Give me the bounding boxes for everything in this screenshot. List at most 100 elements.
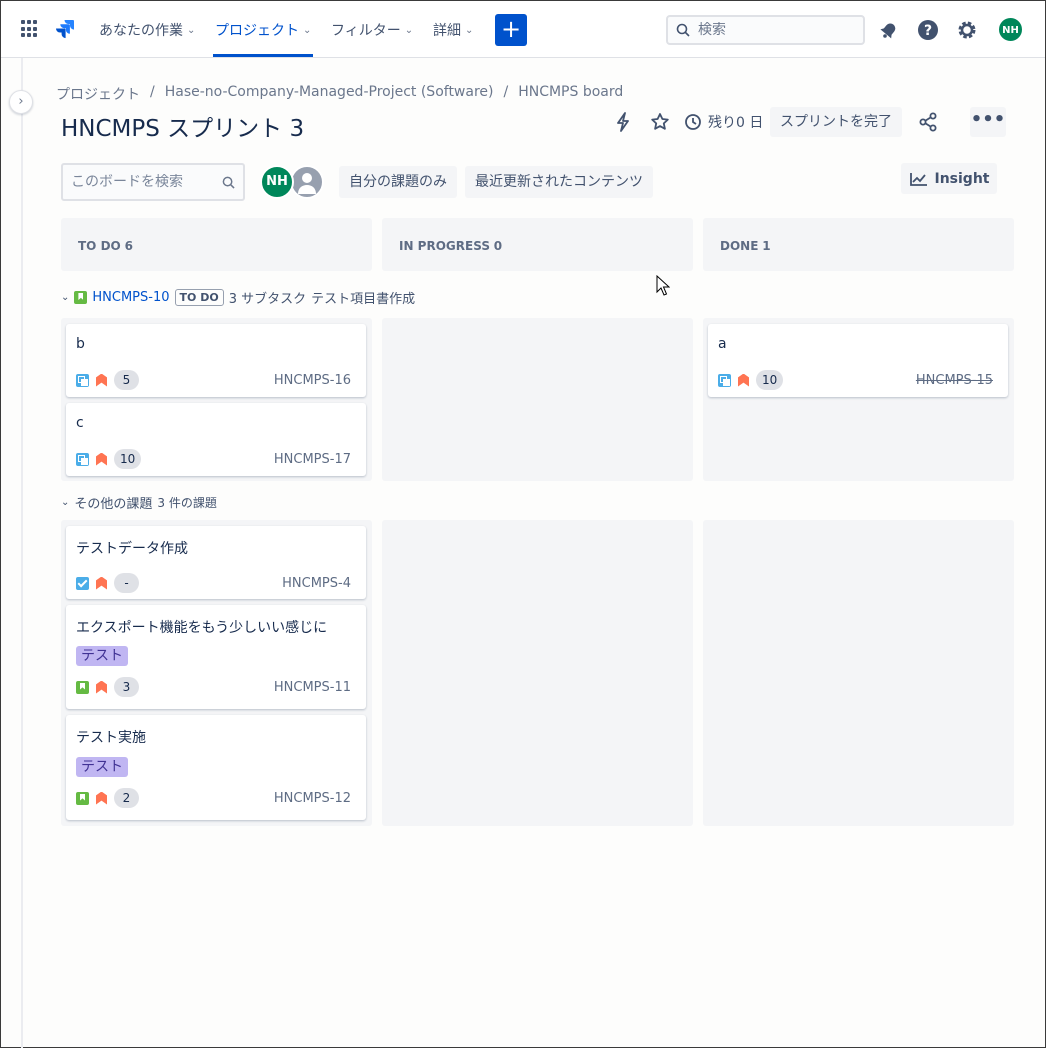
top-navigation: あなたの作業 ⌄ プロジェクト ⌄ フィルター ⌄ 詳細 ⌄ + ? NH: [1, 1, 1045, 58]
subtask-icon: [718, 373, 731, 387]
card-footer: 5 HNCMPS-16: [76, 370, 351, 390]
column-done-lane-2: [703, 520, 1014, 826]
issue-card[interactable]: b 5 HNCMPS-16: [66, 324, 366, 397]
priority-high-icon: [96, 576, 107, 590]
story-icon: [76, 680, 89, 694]
column-name: IN PROGRESS: [399, 239, 490, 253]
nav-more[interactable]: 詳細 ⌄: [433, 20, 473, 40]
breadcrumb-separator: /: [503, 84, 509, 100]
breadcrumb-board[interactable]: HNCMPS board: [518, 84, 623, 104]
priority-high-icon: [96, 680, 107, 694]
column-name: TO DO: [78, 239, 121, 253]
issue-label[interactable]: テスト: [76, 646, 128, 666]
notification-bell-icon[interactable]: [876, 17, 902, 43]
swimlane-issue-count: 3 件の課題: [157, 496, 217, 510]
complete-sprint-button[interactable]: スプリントを完了: [770, 107, 902, 137]
status-lozenge: TO DO: [174, 289, 224, 306]
card-footer: 10 HNCMPS-15: [718, 370, 993, 390]
page-title: HNCMPS スプリント 3: [61, 116, 305, 142]
issue-label[interactable]: テスト: [76, 757, 128, 777]
card-issue-key[interactable]: HNCMPS-12: [274, 791, 351, 806]
parent-issue-key[interactable]: HNCMPS-10: [92, 290, 169, 305]
issue-card[interactable]: エクスポート機能をもう少しいい感じに テスト 3 HNCMPS-11: [66, 605, 366, 709]
issue-card[interactable]: テスト実施 テスト 2 HNCMPS-12: [66, 715, 366, 820]
story-points-badge: 2: [114, 788, 139, 808]
expand-sidebar-button[interactable]: ›: [9, 90, 33, 114]
column-in-progress-lane-1: [382, 318, 693, 481]
assignee-avatar-filter[interactable]: NH: [260, 165, 294, 199]
story-points-badge: 10: [114, 449, 142, 469]
chevron-right-icon: ›: [18, 94, 24, 109]
nav-your-work-label: あなたの作業: [99, 23, 183, 39]
priority-high-icon: [96, 373, 107, 387]
chevron-down-icon: ⌄: [404, 24, 414, 36]
settings-gear-icon[interactable]: [954, 17, 980, 43]
story-points-badge: -: [114, 573, 139, 593]
card-summary: テスト実施: [76, 730, 146, 746]
create-button[interactable]: +: [495, 14, 527, 46]
nav-filters[interactable]: フィルター ⌄: [331, 20, 413, 40]
card-summary: テストデータ作成: [76, 541, 188, 557]
star-icon[interactable]: [649, 111, 671, 133]
priority-high-icon: [96, 452, 107, 466]
card-issue-key[interactable]: HNCMPS-4: [282, 576, 351, 591]
insight-label: Insight: [934, 170, 990, 187]
only-my-issues-filter[interactable]: 自分の課題のみ: [339, 166, 457, 198]
chevron-down-icon[interactable]: ⌄: [61, 497, 69, 508]
sidebar-rail: [21, 58, 23, 1048]
swimlane-header-other-issues[interactable]: ⌄ その他の課題 3 件の課題: [61, 493, 217, 512]
card-summary: c: [76, 415, 84, 431]
column-in-progress-lane-2: [382, 520, 693, 826]
sprint-days-remaining: 残り0 日: [684, 112, 763, 132]
global-search[interactable]: [666, 15, 865, 45]
column-name: DONE: [720, 239, 759, 253]
card-issue-key[interactable]: HNCMPS-16: [274, 373, 351, 388]
mouse-cursor-icon: [656, 275, 670, 296]
card-issue-key[interactable]: HNCMPS-11: [274, 680, 351, 695]
subtask-icon: [76, 452, 89, 466]
breadcrumb-projects[interactable]: プロジェクト: [56, 84, 140, 104]
nav-projects[interactable]: プロジェクト ⌄: [215, 20, 311, 40]
help-icon[interactable]: ?: [915, 17, 941, 43]
column-header-todo: TO DO 6: [61, 218, 372, 271]
breadcrumb: プロジェクト / Hase-no-Company-Managed-Project…: [56, 84, 623, 104]
insight-button[interactable]: Insight: [901, 163, 997, 194]
priority-high-icon: [96, 791, 107, 805]
column-done-lane-1: a 10 HNCMPS-15: [703, 318, 1014, 481]
story-icon: [76, 791, 89, 805]
board-search-input[interactable]: [71, 174, 211, 190]
unassigned-avatar-filter[interactable]: [290, 165, 324, 199]
nav-active-indicator: [213, 54, 313, 57]
card-summary: エクスポート機能をもう少しいい感じに: [76, 620, 328, 636]
issue-card[interactable]: テストデータ作成 - HNCMPS-4: [66, 526, 366, 599]
nav-filters-label: フィルター: [331, 23, 401, 39]
card-footer: 3 HNCMPS-11: [76, 677, 351, 697]
trend-chart-icon: [909, 172, 927, 186]
share-icon[interactable]: [917, 111, 939, 133]
chevron-down-icon[interactable]: ⌄: [61, 292, 69, 303]
board-search[interactable]: [61, 163, 245, 201]
global-search-input[interactable]: [698, 22, 848, 38]
issue-card[interactable]: c 10 HNCMPS-17: [66, 403, 366, 476]
card-issue-key[interactable]: HNCMPS-15: [916, 373, 993, 388]
swimlane-title: その他の課題: [74, 497, 153, 512]
card-footer: 2 HNCMPS-12: [76, 788, 351, 808]
nav-your-work[interactable]: あなたの作業 ⌄: [99, 20, 195, 40]
swimlane-header-parent[interactable]: ⌄ HNCMPS-10 TO DO 3 サブタスク テスト項目書作成: [61, 288, 415, 307]
column-count: 1: [762, 239, 771, 253]
issue-card[interactable]: a 10 HNCMPS-15: [708, 324, 1008, 397]
card-issue-key[interactable]: HNCMPS-17: [274, 452, 351, 467]
column-todo-lane-1: b 5 HNCMPS-16 c 10 HNCMPS-17: [61, 318, 372, 481]
more-actions-button[interactable]: •••: [970, 107, 1006, 137]
story-points-badge: 10: [756, 370, 784, 390]
person-icon: [298, 173, 316, 194]
search-icon: [222, 176, 235, 189]
recently-updated-filter[interactable]: 最近更新されたコンテンツ: [465, 166, 653, 198]
jira-logo-icon[interactable]: [53, 17, 77, 41]
user-avatar[interactable]: NH: [998, 17, 1023, 42]
search-icon: [676, 23, 690, 37]
chevron-down-icon: ⌄: [303, 24, 312, 36]
app-switcher-icon[interactable]: [21, 20, 39, 38]
breadcrumb-project[interactable]: Hase-no-Company-Managed-Project (Softwar…: [165, 84, 494, 104]
automation-lightning-icon[interactable]: [612, 111, 634, 133]
